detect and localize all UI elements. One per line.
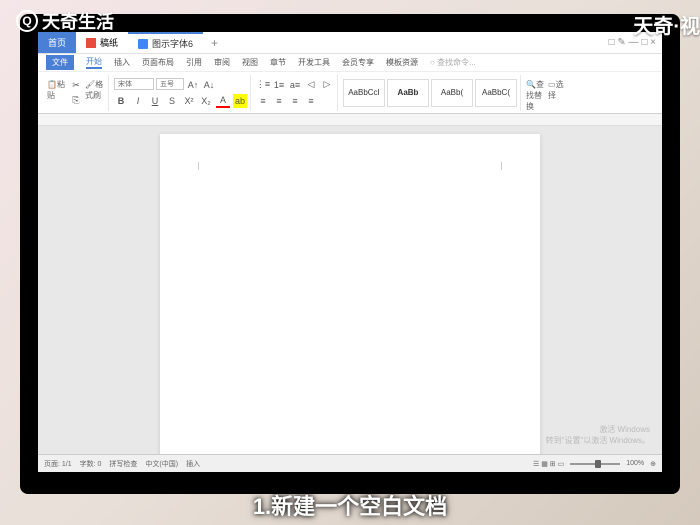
watermark-logo: Q 天奇生活 <box>16 8 114 34</box>
style-heading1[interactable]: AaBb <box>387 79 429 107</box>
menu-template[interactable]: 模板资源 <box>386 57 418 68</box>
status-insert[interactable]: 插入 <box>186 459 200 469</box>
menu-search[interactable]: ○ 查找命令... <box>430 57 476 68</box>
brand-text: 天奇·视 <box>633 10 700 39</box>
statusbar: 页面: 1/1 字数: 0 拼写检查 中文(中国) 插入 ☰ ▦ ⊞ ▭ 100… <box>38 454 662 472</box>
app-window: 首页 稿纸 图示字体6 + □ ✎ — □ × 文件 开始 插入 页面布局 引用… <box>38 32 662 472</box>
status-words[interactable]: 字数: 0 <box>80 459 102 469</box>
menu-file[interactable]: 文件 <box>46 55 74 70</box>
monitor-frame: 首页 稿纸 图示字体6 + □ ✎ — □ × 文件 开始 插入 页面布局 引用… <box>20 14 680 494</box>
document-area[interactable]: 激活 Windows 转到"设置"以激活 Windows。 <box>38 126 662 454</box>
menubar: 文件 开始 插入 页面布局 引用 审阅 视图 章节 开发工具 会员专享 模板资源… <box>38 54 662 72</box>
align-right-button[interactable]: ≡ <box>288 94 302 108</box>
titlebar: 首页 稿纸 图示字体6 + □ ✎ — □ × <box>38 32 662 54</box>
indent-increase-button[interactable]: ▷ <box>320 78 334 92</box>
tab-template[interactable]: 稿纸 <box>76 32 128 53</box>
style-heading2[interactable]: AaBb( <box>431 79 473 107</box>
copy-button[interactable]: ⎘ <box>69 93 83 107</box>
menu-extra[interactable]: 会员专享 <box>342 57 374 68</box>
paste-button[interactable]: 📋粘贴 <box>47 79 67 107</box>
style-heading3[interactable]: AaBbC( <box>475 79 517 107</box>
menu-start[interactable]: 开始 <box>86 56 102 69</box>
font-size-select[interactable]: 五号 <box>156 78 184 90</box>
page-margin-indicator <box>198 162 502 170</box>
ribbon-clipboard: 📋粘贴 ✂ ⎘ 🖌格式刷 <box>44 75 109 111</box>
doc-icon <box>138 39 148 49</box>
font-color-button[interactable]: A <box>216 94 230 108</box>
align-center-button[interactable]: ≡ <box>272 94 286 108</box>
find-replace-button[interactable]: 🔍查找替换 <box>526 79 546 107</box>
bullet-list-button[interactable]: ⋮≡ <box>256 78 270 92</box>
italic-button[interactable]: I <box>131 94 145 108</box>
multi-list-button[interactable]: a≡ <box>288 78 302 92</box>
bold-button[interactable]: B <box>114 94 128 108</box>
grow-font-button[interactable]: A↑ <box>186 78 200 92</box>
menu-view[interactable]: 视图 <box>242 57 258 68</box>
status-spell[interactable]: 拼写检查 <box>109 459 137 469</box>
select-button[interactable]: ▭选择 <box>548 79 568 107</box>
logo-icon: Q <box>16 10 38 32</box>
menu-section[interactable]: 章节 <box>270 57 286 68</box>
zoom-slider[interactable] <box>570 463 620 465</box>
cut-button[interactable]: ✂ <box>69 78 83 92</box>
align-left-button[interactable]: ≡ <box>256 94 270 108</box>
ribbon-font: 宋体 五号 A↑ A↓ B I U S X² X₂ A ab <box>111 75 251 111</box>
align-justify-button[interactable]: ≡ <box>304 94 318 108</box>
format-brush-button[interactable]: 🖌格式刷 <box>85 79 105 107</box>
zoom-fit-button[interactable]: ⊕ <box>650 460 656 468</box>
status-lang[interactable]: 中文(中国) <box>145 459 178 469</box>
logo-text: 天奇生活 <box>42 8 114 34</box>
subscript-button[interactable]: X₂ <box>199 94 213 108</box>
font-family-select[interactable]: 宋体 <box>114 78 154 90</box>
ribbon-editing: 🔍查找替换 ▭选择 <box>523 75 571 111</box>
menu-review[interactable]: 审阅 <box>214 57 230 68</box>
strike-button[interactable]: S <box>165 94 179 108</box>
menu-ref[interactable]: 引用 <box>186 57 202 68</box>
document-page[interactable] <box>160 134 540 454</box>
tab-home[interactable]: 首页 <box>38 32 76 53</box>
new-tab-button[interactable]: + <box>203 36 226 50</box>
menu-layout[interactable]: 页面布局 <box>142 57 174 68</box>
indent-decrease-button[interactable]: ◁ <box>304 78 318 92</box>
view-buttons[interactable]: ☰ ▦ ⊞ ▭ <box>533 460 564 468</box>
ribbon: 📋粘贴 ✂ ⎘ 🖌格式刷 宋体 五号 A↑ A↓ B I U S X² X₂ A… <box>38 72 662 114</box>
style-normal[interactable]: AaBbCcI <box>343 79 385 107</box>
underline-button[interactable]: U <box>148 94 162 108</box>
highlight-button[interactable]: ab <box>233 94 247 108</box>
number-list-button[interactable]: 1≡ <box>272 78 286 92</box>
horizontal-ruler[interactable] <box>38 114 662 126</box>
menu-dev[interactable]: 开发工具 <box>298 57 330 68</box>
zoom-level[interactable]: 100% <box>626 460 644 467</box>
windows-activation-watermark: 激活 Windows 转到"设置"以激活 Windows。 <box>546 425 650 446</box>
video-caption: 1.新建一个空白文档 <box>253 489 447 521</box>
superscript-button[interactable]: X² <box>182 94 196 108</box>
ribbon-paragraph: ⋮≡ 1≡ a≡ ◁ ▷ ≡ ≡ ≡ ≡ <box>253 75 338 111</box>
ribbon-styles: AaBbCcI AaBb AaBb( AaBbC( <box>340 75 521 111</box>
menu-insert[interactable]: 插入 <box>114 57 130 68</box>
tab-document[interactable]: 图示字体6 <box>128 32 203 53</box>
status-page[interactable]: 页面: 1/1 <box>44 459 72 469</box>
template-icon <box>86 38 96 48</box>
shrink-font-button[interactable]: A↓ <box>202 78 216 92</box>
